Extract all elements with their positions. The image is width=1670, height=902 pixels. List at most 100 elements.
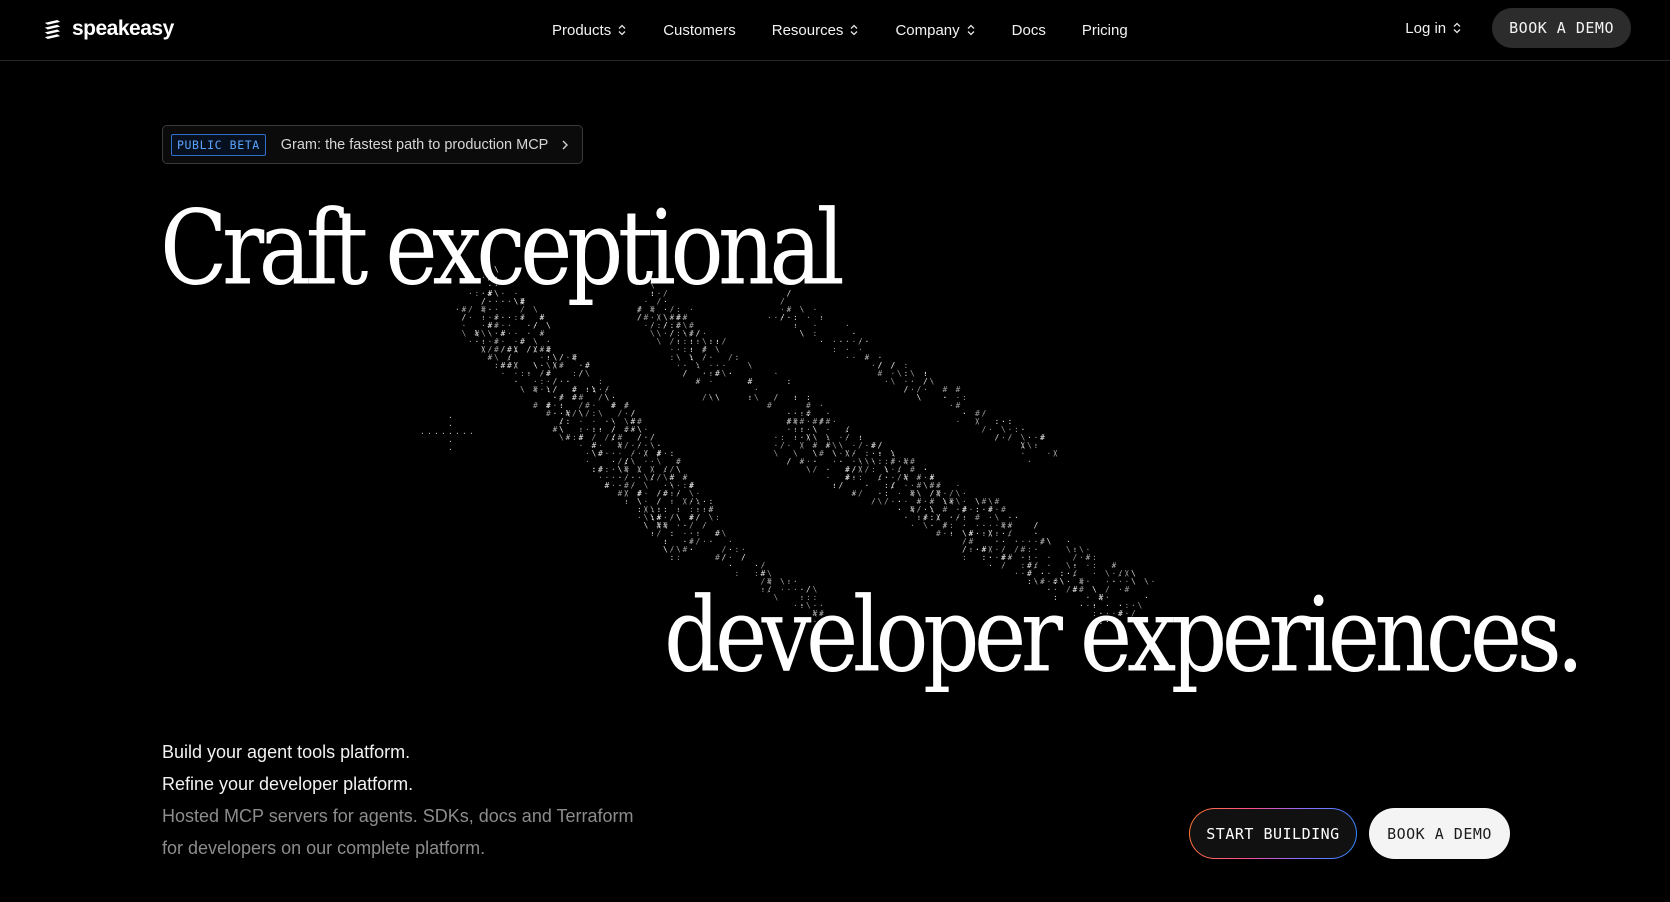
- ascii-glyph: ·: [702, 369, 707, 378]
- ascii-glyph: #: [657, 521, 662, 530]
- ascii-glyph: \: [624, 489, 629, 498]
- ascii-glyph: \: [910, 369, 915, 378]
- ascii-glyph: :: [520, 369, 525, 378]
- ascii-glyph: ·: [962, 409, 967, 418]
- ascii-glyph: ·: [631, 441, 636, 450]
- ascii-glyph: ·: [420, 429, 425, 438]
- ascii-glyph: #: [533, 401, 538, 410]
- ascii-glyph: \: [592, 385, 597, 394]
- ascii-glyph: \: [475, 329, 480, 338]
- ascii-glyph: :: [878, 457, 883, 466]
- ascii-glyph: #: [624, 401, 629, 410]
- ascii-glyph: :: [475, 329, 480, 338]
- ascii-glyph: ·: [975, 417, 980, 426]
- ascii-glyph: \: [533, 385, 538, 394]
- ascii-glyph: ·: [1001, 417, 1006, 426]
- ascii-glyph: \: [631, 457, 636, 466]
- ascii-glyph: /: [663, 465, 668, 474]
- ascii-glyph: ·: [657, 513, 662, 522]
- ascii-glyph: ·: [559, 425, 564, 434]
- nav-item-pricing[interactable]: Pricing: [1082, 22, 1128, 39]
- book-demo-button-nav[interactable]: BOOK A DEMO: [1492, 8, 1631, 48]
- ascii-glyph: ·: [592, 425, 597, 434]
- ascii-glyph: ·: [520, 385, 525, 394]
- brand-logo[interactable]: speakeasy: [42, 17, 174, 41]
- ascii-glyph: \: [917, 489, 922, 498]
- ascii-glyph: ·: [553, 401, 558, 410]
- ascii-glyph: #: [637, 489, 642, 498]
- nav-item-label: Docs: [1011, 21, 1046, 39]
- nav-item-docs[interactable]: Docs: [1012, 22, 1046, 39]
- ascii-glyph: ·: [631, 473, 636, 482]
- ascii-glyph: ·: [826, 433, 831, 442]
- ascii-glyph: ·: [819, 313, 824, 322]
- ascii-glyph: \: [702, 337, 707, 346]
- ascii-glyph: ·: [923, 465, 928, 474]
- ascii-glyph: ·: [891, 473, 896, 482]
- ascii-glyph: #: [891, 457, 896, 466]
- ascii-glyph: \: [598, 409, 603, 418]
- ascii-glyph: #: [689, 481, 694, 490]
- nav-item-company[interactable]: Company: [895, 22, 975, 39]
- nav-item-products[interactable]: Products: [552, 22, 627, 39]
- nav-item-resources[interactable]: Resources: [772, 22, 860, 39]
- ascii-glyph: :: [813, 329, 818, 338]
- ascii-glyph: ·: [657, 505, 662, 514]
- ascii-glyph: ·: [930, 377, 935, 386]
- ascii-glyph: ·: [514, 337, 519, 346]
- start-building-button[interactable]: START BUILDING: [1189, 808, 1357, 859]
- ascii-glyph: /: [800, 441, 805, 450]
- ascii-glyph: :: [566, 417, 571, 426]
- ascii-glyph: ·: [995, 433, 1000, 442]
- ascii-glyph: ·: [663, 481, 668, 490]
- login-menu[interactable]: Log in: [1405, 20, 1462, 37]
- ascii-glyph: :: [696, 497, 701, 506]
- ascii-glyph: ·: [969, 529, 974, 538]
- ascii-glyph: ·: [598, 385, 603, 394]
- ascii-glyph: ·: [689, 345, 694, 354]
- ascii-glyph: ·: [637, 513, 642, 522]
- ascii-glyph: :: [1034, 441, 1039, 450]
- ascii-glyph: ·: [969, 545, 974, 554]
- ascii-glyph: \: [975, 417, 980, 426]
- book-demo-button-hero[interactable]: BOOK A DEMO: [1369, 808, 1510, 859]
- ascii-glyph: ·: [448, 429, 453, 438]
- ascii-glyph: ·: [448, 421, 453, 430]
- ascii-glyph: ·: [852, 465, 857, 474]
- ascii-glyph: \: [689, 353, 694, 362]
- public-beta-badge: PUBLIC BETA: [171, 133, 266, 156]
- ascii-glyph: ·: [878, 353, 883, 362]
- ascii-glyph: :: [670, 449, 675, 458]
- ascii-glyph: ·: [1008, 433, 1013, 442]
- ascii-glyph: /: [637, 313, 642, 322]
- announcement-banner[interactable]: PUBLIC BETA Gram: the fastest path to pr…: [162, 125, 583, 164]
- ascii-glyph: ·: [923, 497, 928, 506]
- ascii-glyph: :: [676, 505, 681, 514]
- ascii-glyph: :: [1021, 441, 1026, 450]
- ascii-glyph: ·: [1021, 425, 1026, 434]
- ascii-glyph: #: [910, 489, 915, 498]
- nav-item-customers[interactable]: Customers: [663, 22, 736, 39]
- ascii-glyph: ·: [488, 345, 493, 354]
- ascii-glyph: \: [650, 513, 655, 522]
- ascii-glyph: ·: [956, 481, 961, 490]
- ascii-glyph: ·: [1047, 561, 1052, 570]
- ascii-glyph: ·: [676, 521, 681, 530]
- ascii-glyph: ·: [637, 489, 642, 498]
- ascii-glyph: ·: [995, 505, 1000, 514]
- ascii-glyph: /: [579, 369, 584, 378]
- ascii-glyph: \: [832, 441, 837, 450]
- ascii-glyph: /: [572, 409, 577, 418]
- ascii-glyph: #: [826, 417, 831, 426]
- ascii-glyph: ·: [832, 449, 837, 458]
- ascii-glyph: :: [871, 465, 876, 474]
- ascii-glyph: #: [871, 441, 876, 450]
- ascii-glyph: ·: [598, 441, 603, 450]
- ascii-glyph: ·: [631, 449, 636, 458]
- ascii-glyph: :: [709, 337, 714, 346]
- ascii-glyph: ·: [897, 497, 902, 506]
- ascii-glyph: :: [579, 425, 584, 434]
- ascii-glyph: ·: [962, 521, 967, 530]
- ascii-glyph: :: [611, 433, 616, 442]
- ascii-glyph: ·: [585, 449, 590, 458]
